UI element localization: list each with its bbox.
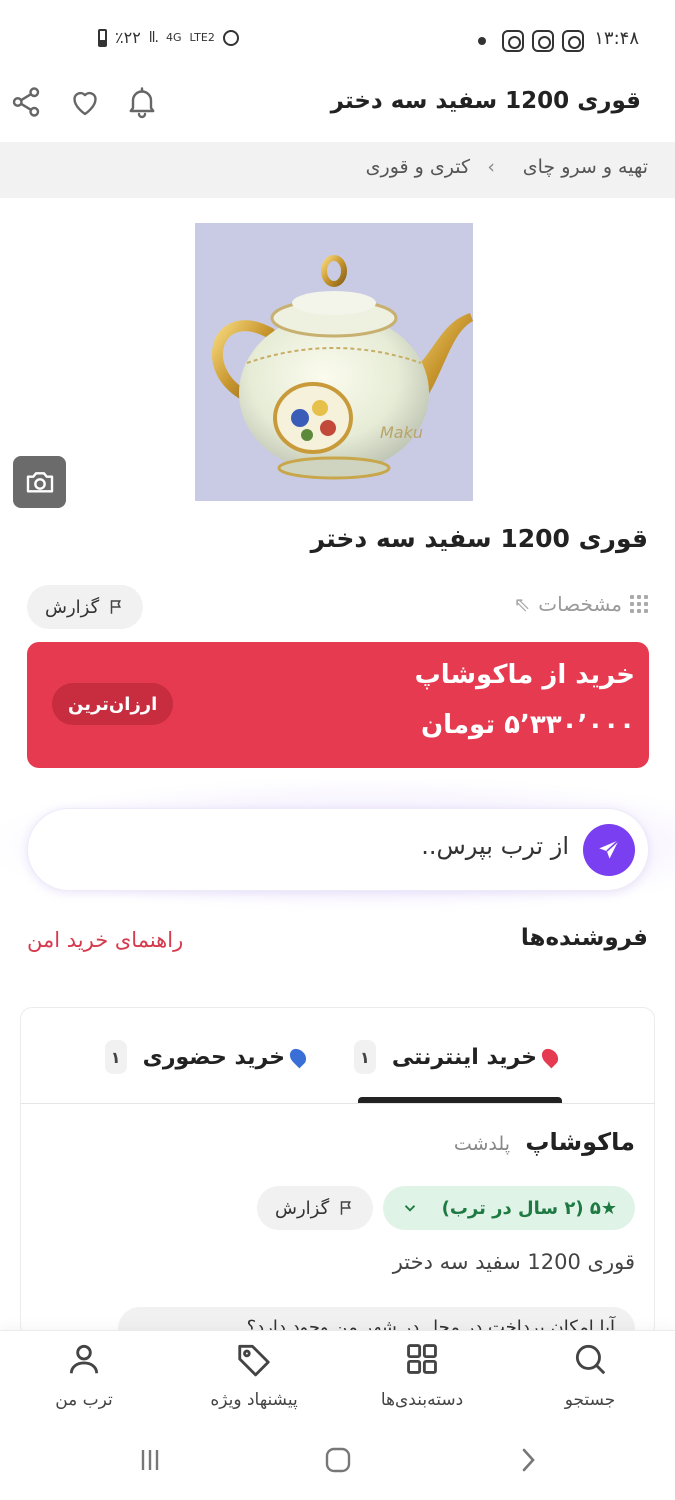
tab-online-label: خرید اینترنتی [391,1044,537,1070]
report-label: گزارش [45,596,100,618]
buy-card-price: ۵٬۳۳۰٬۰۰۰ تومان [420,710,635,740]
tab-in-person-purchase[interactable]: خرید حضوری ۱ [104,1040,310,1074]
arrow-up-left-icon: ⇖ [513,592,531,616]
alarm-icon [222,29,239,46]
favorite-button[interactable] [63,80,107,124]
nav-special-offer-label: پیشنهاد ویژه [210,1390,298,1410]
cheapest-badge: ارزان‌ترین [52,683,174,725]
tab-divider [20,1103,655,1104]
nav-profile-label: ترب من [55,1390,113,1410]
sellers-title: فروشنده‌ها [520,925,648,951]
instagram-icon [532,30,554,52]
notification-dot [478,37,486,45]
nav-search-label: جستجو [564,1390,616,1410]
flag-icon [110,600,122,614]
flag-icon [340,1201,352,1215]
safe-purchase-guide-link[interactable]: راهنمای خرید امن [27,928,183,952]
back-button[interactable] [508,1440,548,1480]
nav-categories[interactable]: دسته‌بندی‌ها [362,1340,482,1430]
specs-label: مشخصات [538,592,622,616]
nav-special-offer[interactable]: پیشنهاد ویژه [194,1340,314,1430]
tab-offline-label: خرید حضوری [142,1044,285,1070]
breadcrumb-separator: › [487,156,495,178]
share-icon [12,87,40,117]
report-button[interactable]: گزارش [27,585,144,629]
battery-level: ٪۲۲ [115,28,141,47]
user-icon [69,1344,99,1374]
notify-button[interactable] [120,80,164,124]
tab-online-purchase[interactable]: خرید اینترنتی ۱ [353,1040,562,1074]
shop-report-label: گزارش [275,1197,330,1219]
visual-search-button[interactable] [13,456,66,508]
search-icon [575,1344,606,1375]
rating-text: ★۵ (۲ سال در ترب) [441,1197,617,1219]
nav-search[interactable]: جستجو [530,1340,650,1430]
shop-name[interactable]: ماکوشاپ [525,1128,635,1156]
network-type: 4G [166,31,182,44]
home-icon [325,1447,351,1473]
bell-icon [129,87,155,119]
recent-apps-icon [141,1450,159,1470]
image-watermark: Maku [380,423,424,442]
ask-placeholder: از ترب بپرس.. [421,832,569,860]
breadcrumb-item-kettle[interactable]: کتری و قوری [366,156,470,178]
status-left: ٪۲۲ ll. 4G LTE2 [98,28,239,47]
back-chevron-icon [522,1448,535,1472]
tag-icon [238,1344,270,1377]
heart-icon [73,91,97,116]
chevron-down-icon [404,1205,416,1212]
instagram-icon [562,30,584,52]
product-title: قوری 1200 سفید سه دختر [310,524,648,553]
shop-product-name: قوری 1200 سفید سه دختر [392,1250,635,1274]
instagram-icon [502,30,524,52]
recent-apps-button[interactable] [130,1440,170,1480]
camera-icon [26,472,53,493]
home-button[interactable] [318,1440,358,1480]
ask-send-button[interactable] [583,824,635,876]
battery-icon [98,28,107,47]
buy-card-title: خرید از ماکوشاپ [414,660,635,690]
tab-offline-count: ۱ [104,1040,127,1074]
share-button[interactable] [4,80,48,124]
status-bar: ٪۲۲ ll. 4G LTE2 ۱۳:۴۸ [0,0,675,80]
product-image[interactable]: Maku [195,223,473,501]
grid-dots-icon [630,595,648,613]
shop-rating[interactable]: ★۵ (۲ سال در ترب) [383,1186,635,1230]
send-icon [599,839,620,859]
shop-report-button[interactable]: گزارش [257,1186,374,1230]
nav-profile[interactable]: ترب من [24,1340,144,1430]
breadcrumb-item-tea-service[interactable]: تهیه و سرو چای [523,156,648,178]
tab-online-count: ۱ [353,1040,376,1074]
page-title: قوری 1200 سفید سه دختر [330,88,641,114]
signal-icon: ll. [148,29,159,46]
specs-link[interactable]: مشخصات ⇖ [513,592,648,616]
lte-label: LTE2 [189,31,215,44]
shop-city: پلدشت [453,1133,510,1155]
nav-categories-label: دسته‌بندی‌ها [380,1390,464,1410]
teapot-illustration [211,255,473,480]
grid-icon [407,1344,437,1374]
status-time: ۱۳:۴۸ [594,28,639,49]
